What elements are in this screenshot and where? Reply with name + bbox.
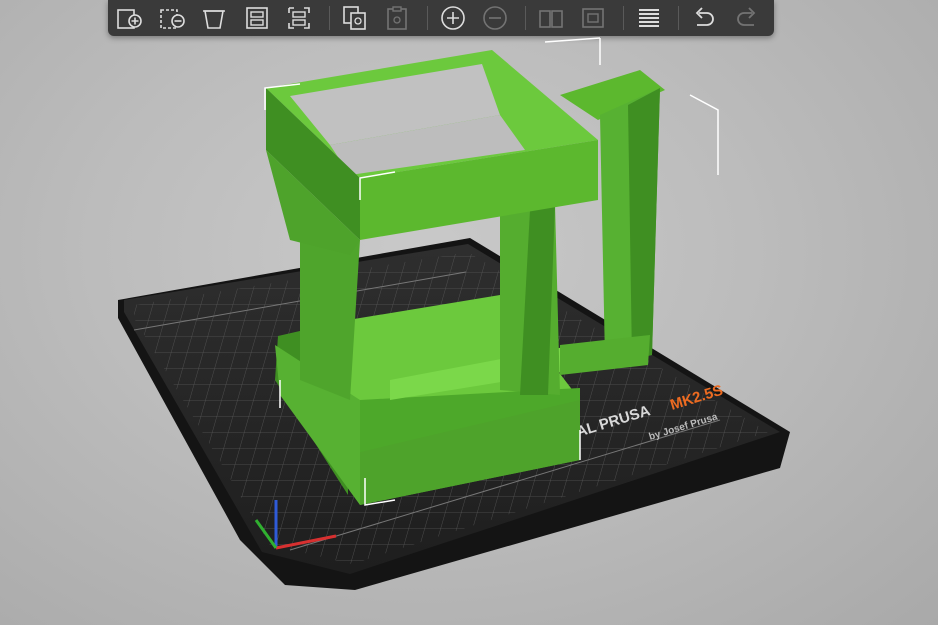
arrange-icon [246,7,268,29]
split-to-parts-button[interactable] [578,3,609,33]
delete-all-button[interactable] [199,3,230,33]
undo-button[interactable] [689,3,720,33]
copy-icon [343,6,366,30]
toolbar-separator [524,6,526,30]
copy-button[interactable] [340,3,371,33]
toolbar-separator [426,6,428,30]
add-button[interactable] [114,3,145,33]
add-instance-icon [440,6,465,30]
delete-all-icon [203,10,226,29]
add-instance-button[interactable] [438,3,469,33]
toolbar-separator [328,6,330,30]
remove-instance-icon [483,6,508,30]
delete-icon [160,9,185,29]
redo-icon [736,7,755,26]
3d-viewport[interactable]: AL PRUSA MK2.5S by Josef Prusa [0,36,938,625]
scene-canvas[interactable]: AL PRUSA MK2.5S by Josef Prusa [0,36,938,625]
layers-editing-icon [638,9,659,27]
add-icon [117,9,143,29]
split-to-objects-icon [538,10,563,28]
split-to-parts-icon [582,8,605,28]
arrange-button[interactable] [242,3,273,33]
arrange-selection-icon [288,7,311,29]
arrange-selection-button[interactable] [284,3,315,33]
split-to-objects-button[interactable] [535,3,566,33]
redo-button[interactable] [731,3,762,33]
top-toolbar [108,0,774,36]
layers-editing-button[interactable] [633,3,664,33]
toolbar-separator [677,6,679,30]
undo-icon [695,7,714,26]
delete-button[interactable] [157,3,188,33]
paste-button[interactable] [382,3,413,33]
paste-icon [387,6,408,30]
remove-instance-button[interactable] [480,3,511,33]
toolbar-separator [622,6,624,30]
